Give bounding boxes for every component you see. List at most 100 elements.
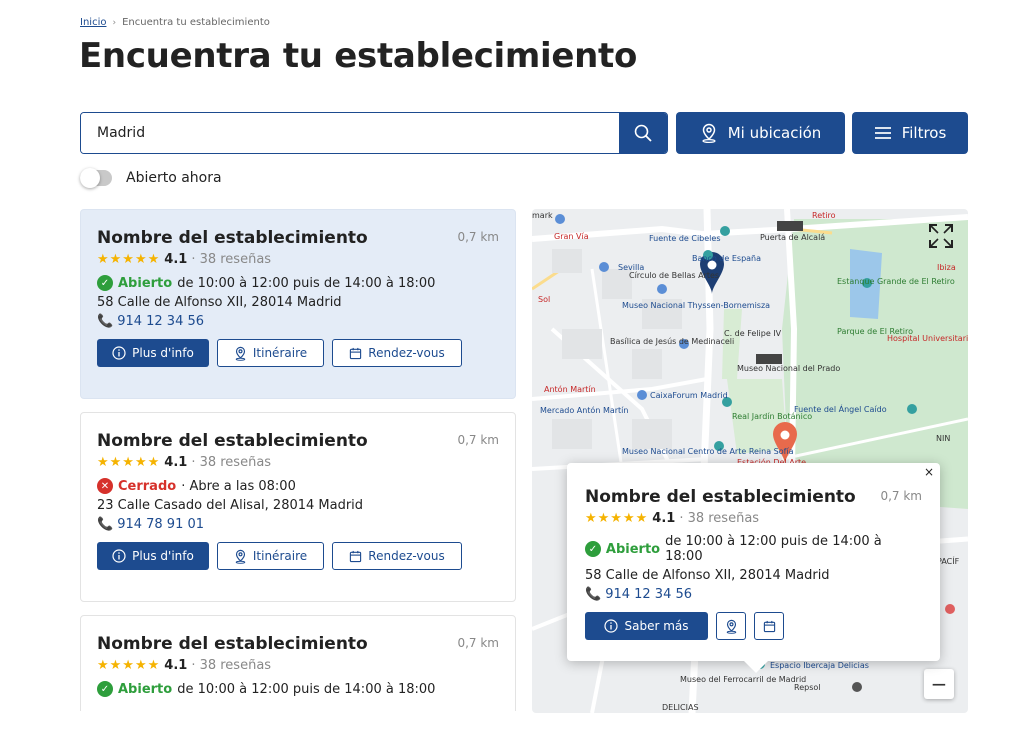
rating-row: ★★★★★ 4.1 · 38 reseñas bbox=[97, 658, 499, 673]
map-label: NIN bbox=[936, 434, 951, 443]
filters-label: Filtros bbox=[901, 124, 947, 142]
status-row: ✕ Cerrado · Abre a las 08:00 bbox=[97, 478, 499, 494]
search-button[interactable] bbox=[619, 113, 667, 153]
location-pin-icon bbox=[235, 346, 246, 361]
calendar-icon bbox=[350, 550, 362, 562]
map-label: Museo Nacional del Prado bbox=[737, 364, 841, 373]
phone-number: 914 12 34 56 bbox=[605, 587, 693, 602]
close-icon[interactable]: × bbox=[924, 465, 934, 479]
appointment-label: Rendez-vous bbox=[368, 346, 445, 360]
info-icon bbox=[112, 346, 126, 360]
map-label: Hospital Universitario Infantil Niño Jes… bbox=[887, 334, 968, 343]
my-location-button[interactable]: Mi ubicación bbox=[676, 112, 845, 154]
map-label: Retiro bbox=[812, 211, 836, 220]
rating-value: 4.1 bbox=[164, 252, 188, 267]
status-row: ✓ Abierto de 10:00 à 12:00 puis de 14:00… bbox=[97, 681, 499, 697]
page-title: Encuentra tu establecimiento bbox=[79, 36, 638, 76]
result-distance: 0,7 km bbox=[457, 636, 499, 650]
reviews-count: · 38 reseñas bbox=[191, 252, 272, 267]
phone-number: 914 12 34 56 bbox=[117, 314, 205, 329]
phone-link[interactable]: 📞 914 78 91 01 bbox=[97, 517, 499, 532]
info-icon bbox=[604, 619, 619, 633]
map-label: CaixaForum Madrid bbox=[650, 391, 728, 400]
result-name: Nombre del establecimiento bbox=[97, 228, 368, 248]
phone-icon: 📞 bbox=[97, 517, 114, 532]
filters-button[interactable]: Filtros bbox=[852, 112, 968, 154]
appointment-label: Rendez-vous bbox=[368, 549, 445, 563]
route-label: Itinéraire bbox=[252, 549, 308, 563]
breadcrumb: Inicio › Encuentra tu establecimiento bbox=[80, 17, 270, 28]
map-label: Fuente de Cibeles bbox=[649, 234, 721, 243]
appointment-button[interactable]: Rendez-vous bbox=[332, 339, 462, 367]
check-circle-icon: ✓ bbox=[97, 275, 113, 291]
map-label: Museo Nacional Thyssen-Bornemisza bbox=[622, 301, 771, 310]
status-label: Abierto bbox=[118, 275, 173, 291]
more-info-button[interactable]: Plus d'info bbox=[97, 339, 209, 367]
rating-value: 4.1 bbox=[164, 658, 188, 673]
open-now-label: Abierto ahora bbox=[126, 170, 222, 186]
appointment-button[interactable]: Rendez-vous bbox=[332, 542, 462, 570]
check-circle-icon: ✓ bbox=[97, 681, 113, 697]
toggle-knob bbox=[80, 168, 100, 188]
address: 23 Calle Casado del Alisal, 28014 Madrid bbox=[97, 498, 364, 513]
close-circle-icon: ✕ bbox=[97, 478, 113, 494]
breadcrumb-home-link[interactable]: Inicio bbox=[80, 17, 106, 28]
status-label: Abierto bbox=[605, 541, 661, 557]
result-name: Nombre del establecimiento bbox=[97, 634, 368, 654]
zoom-out-button[interactable]: − bbox=[924, 669, 954, 699]
status-row: ✓ Abierto de 10:00 à 12:00 puis de 14:00… bbox=[97, 275, 499, 291]
result-distance: 0,7 km bbox=[457, 230, 499, 244]
route-button[interactable] bbox=[716, 612, 746, 640]
reviews-count: · 38 reseñas bbox=[191, 658, 272, 673]
rating-row: ★★★★★ 4.1 · 38 reseñas bbox=[585, 511, 922, 526]
opening-hours: de 10:00 à 12:00 puis de 14:00 à 18:00 bbox=[177, 275, 436, 291]
results-list[interactable]: Nombre del establecimiento 0,7 km ★★★★★ … bbox=[80, 209, 516, 711]
open-now-filter: Abierto ahora bbox=[80, 168, 222, 188]
map-label: Gran Vía bbox=[554, 232, 589, 241]
popup-name: Nombre del establecimiento bbox=[585, 487, 856, 507]
route-button[interactable]: Itinéraire bbox=[217, 542, 324, 570]
search-box bbox=[80, 112, 668, 154]
map-label: Puerta de Alcalá bbox=[760, 233, 826, 242]
fullscreen-icon[interactable] bbox=[928, 223, 954, 249]
route-button[interactable]: Itinéraire bbox=[217, 339, 324, 367]
phone-number: 914 78 91 01 bbox=[117, 517, 205, 532]
info-icon bbox=[112, 549, 126, 563]
search-input[interactable] bbox=[81, 113, 619, 153]
opening-hours: de 10:00 à 12:00 puis de 14:00 à 18:00 bbox=[665, 534, 882, 564]
map-popup: × Nombre del establecimiento 0,7 km ★★★★… bbox=[567, 463, 940, 673]
status-label: Cerrado bbox=[118, 478, 177, 494]
result-card[interactable]: Nombre del establecimiento 0,7 km ★★★★★ … bbox=[80, 209, 516, 399]
appointment-button[interactable] bbox=[754, 612, 784, 640]
chevron-right-icon: › bbox=[112, 17, 117, 28]
opening-hours: de 10:00 à 12:00 puis de 14:00 à 18:00 bbox=[177, 681, 436, 697]
result-name: Nombre del establecimiento bbox=[97, 431, 368, 451]
more-info-button[interactable]: Plus d'info bbox=[97, 542, 209, 570]
phone-link[interactable]: 📞 914 12 34 56 bbox=[585, 587, 922, 602]
map-label: Estanque Grande de El Retiro bbox=[837, 277, 955, 286]
status-row: ✓ Abierto de 10:00 à 12:00 puis de 14:00… bbox=[585, 534, 922, 564]
map-label: Basílica de Jesús de Medinaceli bbox=[610, 337, 735, 346]
learn-more-label: Saber más bbox=[624, 619, 689, 633]
address: 58 Calle de Alfonso XII, 28014 Madrid bbox=[97, 295, 342, 310]
map-label: Sol bbox=[538, 295, 551, 304]
learn-more-button[interactable]: Saber más bbox=[585, 612, 708, 640]
open-now-toggle[interactable] bbox=[80, 168, 112, 188]
map-label: Repsol bbox=[794, 683, 821, 692]
card-actions: Plus d'info Itinéraire Rendez-vous bbox=[97, 339, 499, 367]
more-info-label: Plus d'info bbox=[132, 549, 194, 563]
location-pin-icon bbox=[702, 123, 716, 143]
popup-distance: 0,7 km bbox=[880, 489, 922, 503]
address: 58 Calle de Alfonso XII, 28014 Madrid bbox=[585, 568, 830, 583]
opening-hours: · Abre a las 08:00 bbox=[181, 478, 296, 494]
result-card[interactable]: Nombre del establecimiento 0,7 km ★★★★★ … bbox=[80, 412, 516, 602]
map-label: Espacio Ibercaja Delicias bbox=[770, 661, 869, 670]
rating-value: 4.1 bbox=[164, 455, 188, 470]
map-label: mark bbox=[532, 211, 553, 220]
star-rating-icon: ★★★★★ bbox=[97, 455, 161, 470]
result-card[interactable]: Nombre del establecimiento 0,7 km ★★★★★ … bbox=[80, 615, 516, 711]
map-label: Museo Nacional Centro de Arte Reina Sofí… bbox=[622, 447, 794, 456]
map-label: DELICIAS bbox=[662, 703, 699, 712]
location-pin-icon bbox=[235, 549, 246, 564]
phone-link[interactable]: 📞 914 12 34 56 bbox=[97, 314, 499, 329]
